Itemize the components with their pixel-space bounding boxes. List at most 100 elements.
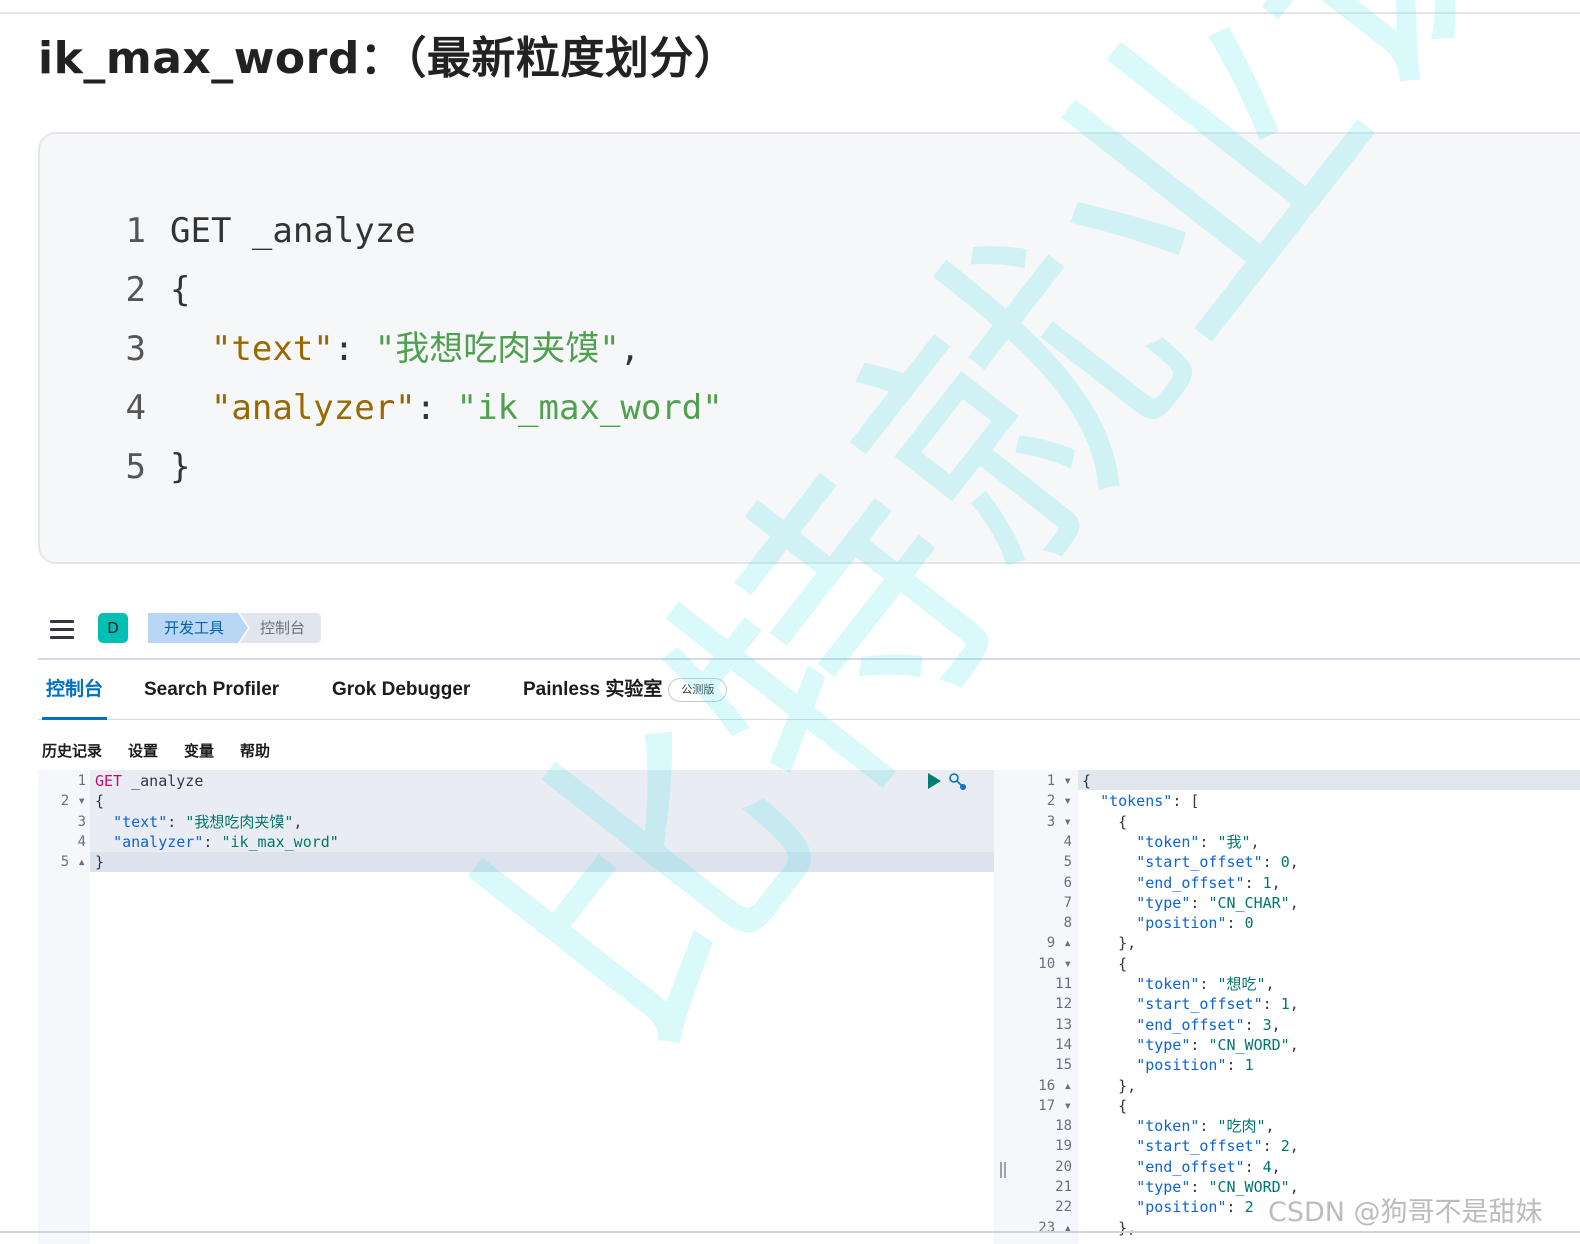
response-viewer[interactable]: 1 ▾ 2 ▾ 3 ▾ 4 5 6 7 8 9 ▴ 10 ▾ 11 12 13 14 15… [1012,770,1580,1244]
response-token: , [1265,1117,1275,1136]
response-line-number: 7 [1063,894,1072,911]
response-line-number: 18 [1055,1118,1072,1135]
request-line-number[interactable]: 5 ▴ [38,852,86,872]
response-token: : [1262,995,1281,1014]
response-token: : [1244,873,1263,892]
response-token: "CN_CHAR" [1208,893,1290,912]
kibana-header: D 开发工具 控制台 [38,604,1580,660]
response-line: "position": 1 [1082,1055,1253,1075]
response-line: }, [1082,1076,1136,1096]
response-line-number[interactable]: 1 ▾ [1012,771,1072,791]
response-token: : [1262,1137,1281,1156]
page-heading: ik_max_word：（最新粒度划分） [38,33,739,84]
code-text: "text": "我想吃肉夹馍", [170,329,640,369]
response-line-number[interactable]: 10 ▾ [1012,954,1072,974]
top-divider [0,12,1580,14]
request-editor[interactable]: 1 2 ▾ 3 4 5 ▴ GET _analyze{ "text": "我想吃肉… [38,770,994,1244]
response-token [1082,1198,1136,1216]
request-line: } [95,852,104,872]
response-token: }, [1082,1218,1137,1237]
response-token: "position" [1136,914,1227,933]
response-token: , [1271,1157,1281,1176]
response-line-number: 12 [1055,996,1072,1013]
code-token: { [170,270,191,310]
code-text: { [170,270,190,310]
response-token: : [1226,1056,1245,1075]
response-line-number[interactable]: 16 ▴ [1012,1076,1072,1096]
resizer-grip-icon [1000,1162,1006,1178]
response-line-number: 14 [1055,1036,1072,1053]
response-line: "end_offset": 3, [1082,1015,1281,1035]
response-token [1082,975,1136,993]
response-line-number: 8 [1063,915,1072,932]
tab-painless-lab[interactable]: Painless 实验室 公测版 [523,660,728,720]
response-line-number: 19 [1055,1138,1072,1155]
code-token: "text" [210,329,334,369]
response-token: 4 [1262,1157,1272,1176]
code-token: } [170,447,191,487]
response-token: "end_offset" [1136,1157,1245,1176]
code-token: , [619,329,641,369]
response-token: "end_offset" [1136,1015,1245,1034]
response-line: "start_offset": 2, [1082,1136,1299,1156]
pane-resizer[interactable] [994,770,1012,1244]
response-line: "token": "我", [1082,832,1259,852]
request-line-number[interactable]: 2 ▾ [38,791,86,811]
code-text: GET _analyze [170,211,416,251]
response-token [1082,1056,1136,1074]
history-link[interactable]: 历史记录 [42,740,102,761]
tab-grok-debugger-label: Grok Debugger [332,679,471,700]
response-token [1082,853,1136,871]
response-line: "tokens": [ [1082,791,1199,811]
wrench-icon[interactable] [948,772,968,792]
response-token [1082,1016,1136,1034]
request-line-number: 4 [77,833,86,850]
response-token: { [1082,812,1128,831]
request-token: "我想吃肉夹馍" [185,812,294,831]
variables-link[interactable]: 变量 [184,740,214,761]
response-token [1082,792,1100,810]
response-token: "position" [1136,1198,1227,1217]
response-token: , [1289,1137,1299,1156]
response-token: "CN_WORD" [1208,1035,1290,1054]
request-token: _analyze [122,772,204,790]
response-line-number[interactable]: 2 ▾ [1012,791,1072,811]
response-token: "type" [1136,893,1191,912]
breadcrumb-dev-tools[interactable]: 开发工具 [148,613,248,643]
response-token: "end_offset" [1136,873,1245,892]
tab-console[interactable]: 控制台 [42,660,108,720]
response-token [1082,1158,1136,1176]
code-line: 3 "text": "我想吃肉夹馍", [40,320,641,378]
tab-search-profiler[interactable]: Search Profiler [144,660,279,720]
response-token: 2 [1244,1198,1254,1217]
response-token: "token" [1136,1117,1200,1136]
response-line-number[interactable]: 9 ▴ [1012,933,1072,953]
request-gutter: 1 2 ▾ 3 4 5 ▴ [38,770,90,1244]
csdn-watermark: CSDN @狗哥不是甜妹 [1268,1197,1543,1228]
run-request-icon[interactable] [926,772,942,790]
hamburger-menu-icon[interactable] [50,620,74,640]
response-active-line [1012,770,1580,790]
response-line-number[interactable]: 3 ▾ [1012,812,1072,832]
response-line-number[interactable]: 23 ▴ [1012,1218,1072,1238]
response-line-number[interactable]: 17 ▾ [1012,1096,1072,1116]
request-token [95,813,113,831]
settings-link[interactable]: 设置 [128,740,158,761]
response-line: "token": "吃肉", [1082,1116,1275,1136]
request-token: GET [95,772,123,790]
code-line: 1 GET _analyze [40,202,416,260]
response-token: "start_offset" [1136,853,1263,872]
response-token: "我" [1217,832,1251,851]
request-token: , [293,812,303,831]
code-snippet: 1 GET _analyze 2{3 "text": "我想吃肉夹馍", 4 "ana… [38,132,1580,564]
request-line-number: 1 [77,773,86,789]
response-line-number: 5 [1063,854,1072,871]
tab-grok-debugger[interactable]: Grok Debugger [332,660,470,720]
response-line: "start_offset": 0, [1082,852,1299,872]
response-line: { [1082,771,1091,791]
space-avatar[interactable]: D [98,613,128,643]
response-token: : [1244,1015,1263,1034]
response-token: 2 [1280,1137,1290,1156]
help-link[interactable]: 帮助 [240,740,270,761]
